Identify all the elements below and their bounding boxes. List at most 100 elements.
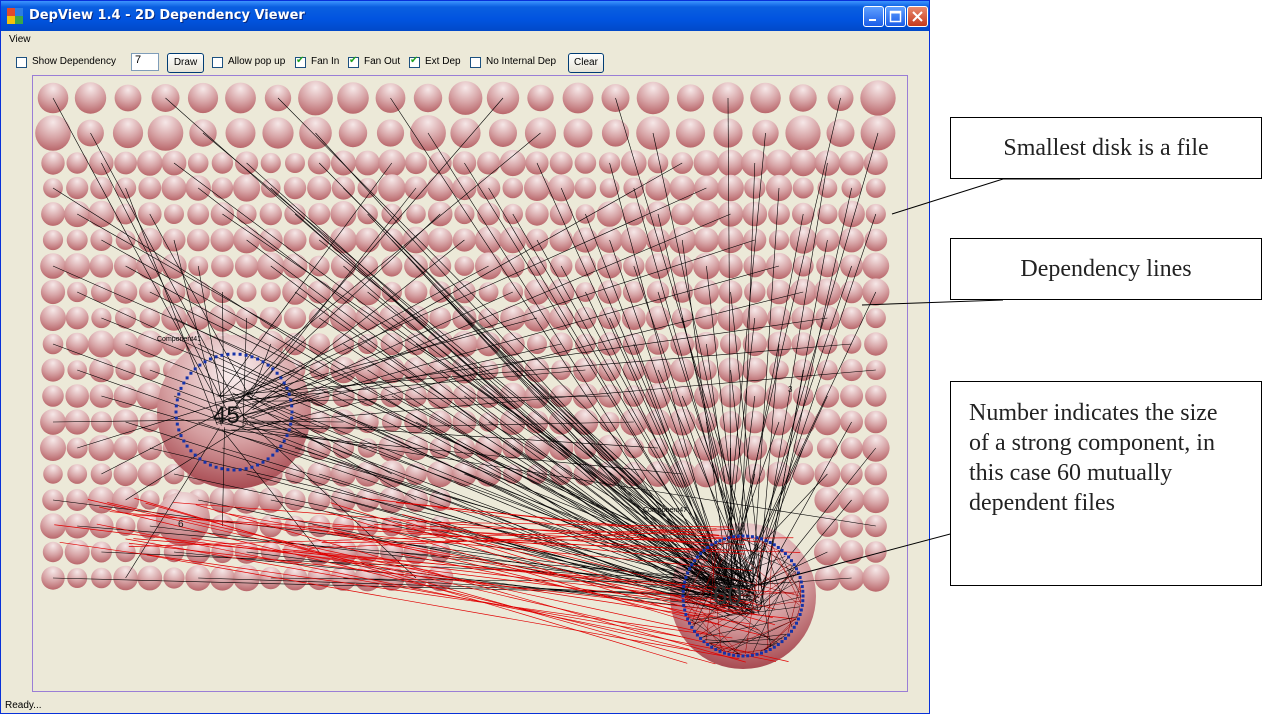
file-disk[interactable]: [839, 540, 864, 564]
file-disk[interactable]: [817, 178, 838, 198]
file-disk[interactable]: [140, 490, 160, 510]
file-disk[interactable]: [404, 280, 428, 304]
file-disk[interactable]: [865, 541, 887, 563]
file-disk[interactable]: [308, 203, 331, 225]
file-disk[interactable]: [308, 514, 331, 538]
file-disk[interactable]: [329, 304, 357, 332]
file-disk[interactable]: [840, 384, 864, 408]
file-disk[interactable]: [620, 226, 648, 254]
file-disk[interactable]: [41, 358, 65, 382]
file-disk[interactable]: [717, 304, 744, 332]
file-disk[interactable]: [474, 226, 503, 254]
file-disk[interactable]: [768, 229, 790, 251]
file-disk[interactable]: [525, 202, 549, 226]
file-disk[interactable]: [186, 280, 210, 304]
file-disk[interactable]: [670, 357, 695, 383]
file-disk[interactable]: [599, 411, 620, 433]
file-disk[interactable]: [501, 254, 525, 278]
file-disk[interactable]: [428, 151, 452, 175]
file-disk[interactable]: [719, 384, 743, 408]
file-disk[interactable]: [91, 567, 112, 589]
file-disk[interactable]: [840, 437, 863, 459]
file-disk[interactable]: [562, 82, 594, 114]
file-disk[interactable]: [692, 200, 720, 228]
file-disk[interactable]: [427, 227, 453, 253]
file-disk[interactable]: [694, 383, 719, 409]
file-disk[interactable]: [332, 384, 355, 408]
file-disk[interactable]: [376, 119, 405, 147]
file-disk[interactable]: [477, 202, 500, 226]
file-disk[interactable]: [840, 358, 863, 382]
file-disk[interactable]: [549, 202, 573, 226]
file-disk[interactable]: [596, 434, 623, 462]
file-disk[interactable]: [645, 253, 671, 279]
file-disk[interactable]: [429, 255, 452, 277]
file-disk[interactable]: [307, 175, 332, 201]
file-disk[interactable]: [744, 281, 766, 303]
file-disk[interactable]: [601, 119, 630, 147]
file-disk[interactable]: [792, 177, 814, 199]
file-disk[interactable]: [814, 565, 841, 591]
file-disk[interactable]: [865, 178, 886, 198]
file-disk[interactable]: [380, 332, 403, 356]
file-disk[interactable]: [337, 82, 369, 114]
file-disk[interactable]: [42, 541, 64, 563]
file-disk[interactable]: [668, 408, 696, 436]
file-disk[interactable]: [115, 230, 136, 250]
file-disk[interactable]: [114, 151, 137, 175]
file-disk[interactable]: [211, 254, 234, 278]
file-disk[interactable]: [187, 203, 210, 225]
file-disk[interactable]: [236, 204, 257, 224]
file-disk[interactable]: [308, 255, 330, 277]
file-disk[interactable]: [814, 408, 841, 436]
file-disk[interactable]: [282, 253, 308, 279]
file-disk[interactable]: [67, 568, 88, 588]
no-internal-dep-checkbox[interactable]: [470, 57, 481, 68]
file-disk[interactable]: [864, 332, 888, 356]
file-disk[interactable]: [136, 330, 164, 358]
file-disk[interactable]: [40, 279, 66, 305]
file-disk[interactable]: [137, 461, 162, 487]
menu-view[interactable]: View: [9, 34, 31, 45]
file-disk[interactable]: [864, 462, 888, 486]
file-disk[interactable]: [66, 489, 89, 511]
file-disk[interactable]: [186, 228, 210, 252]
file-disk[interactable]: [862, 252, 890, 280]
file-disk[interactable]: [113, 435, 138, 461]
file-disk[interactable]: [404, 151, 428, 175]
file-disk[interactable]: [793, 385, 814, 407]
dependency-canvas[interactable]: Component41 45 6 Component47 60 3: [32, 75, 908, 692]
file-disk[interactable]: [693, 435, 720, 461]
file-disk[interactable]: [285, 464, 305, 484]
file-disk[interactable]: [865, 385, 887, 407]
file-disk[interactable]: [621, 150, 647, 176]
file-disk[interactable]: [596, 201, 623, 227]
file-disk[interactable]: [163, 567, 185, 589]
file-disk[interactable]: [89, 254, 114, 278]
file-disk[interactable]: [283, 228, 307, 252]
file-disk[interactable]: [40, 435, 66, 461]
file-disk[interactable]: [839, 227, 864, 253]
file-disk[interactable]: [499, 149, 526, 177]
file-disk[interactable]: [597, 253, 622, 279]
file-disk[interactable]: [750, 82, 781, 114]
file-disk[interactable]: [500, 332, 525, 356]
file-disk[interactable]: [113, 280, 138, 304]
file-disk[interactable]: [42, 385, 64, 407]
file-disk[interactable]: [164, 204, 184, 224]
file-disk[interactable]: [549, 228, 573, 252]
file-disk[interactable]: [298, 80, 333, 116]
file-disk[interactable]: [338, 118, 368, 148]
file-disk[interactable]: [283, 176, 307, 200]
file-disk[interactable]: [693, 279, 720, 305]
file-disk[interactable]: [88, 435, 115, 461]
file-disk[interactable]: [676, 84, 705, 112]
file-disk[interactable]: [66, 229, 88, 251]
file-disk[interactable]: [499, 226, 527, 254]
file-disk[interactable]: [524, 175, 550, 201]
file-disk[interactable]: [816, 437, 838, 459]
file-disk[interactable]: [258, 228, 283, 252]
file-disk[interactable]: [477, 151, 501, 175]
file-disk[interactable]: [161, 175, 187, 201]
file-disk[interactable]: [65, 332, 89, 356]
